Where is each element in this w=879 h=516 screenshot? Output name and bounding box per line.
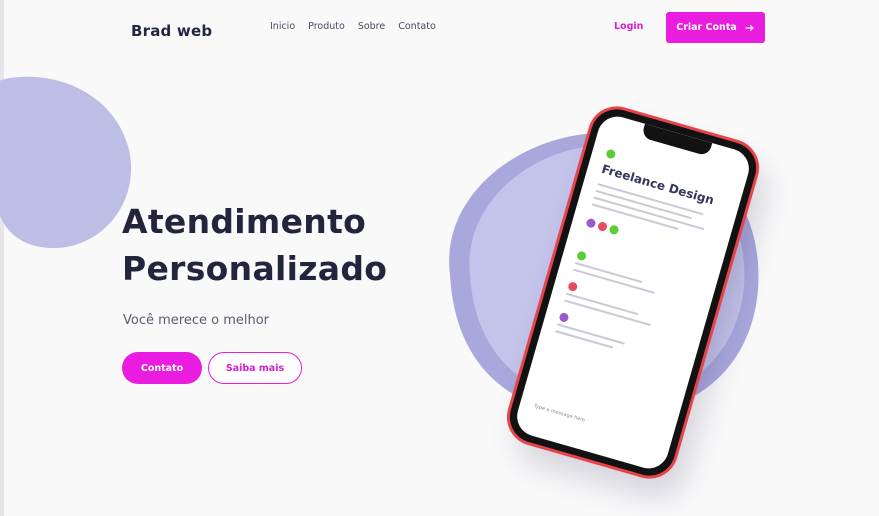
hero-headline: Atendimento Personalizado bbox=[122, 198, 387, 292]
learn-more-button[interactable]: Saiba mais bbox=[208, 352, 302, 384]
decorative-blob-left bbox=[0, 76, 132, 249]
text-line bbox=[593, 196, 705, 231]
create-account-label: Criar Conta bbox=[676, 22, 737, 33]
avatar-icon bbox=[576, 250, 588, 262]
nav-item-inicio[interactable]: Inicio bbox=[270, 21, 295, 32]
arrow-right-icon bbox=[745, 24, 754, 31]
message-input-placeholder: Type a message here bbox=[533, 403, 586, 424]
headline-line-2: Personalizado bbox=[122, 249, 388, 288]
nav-item-sobre[interactable]: Sobre bbox=[358, 21, 385, 32]
nav-item-produto[interactable]: Produto bbox=[308, 21, 345, 32]
brand-logo[interactable]: Brad web bbox=[131, 22, 212, 40]
avatar-icon bbox=[558, 311, 570, 323]
create-account-button[interactable]: Criar Conta bbox=[666, 12, 765, 43]
headline-line-1: Atendimento bbox=[122, 202, 367, 241]
nav-item-contato[interactable]: Contato bbox=[398, 21, 436, 32]
avatar-icon bbox=[608, 224, 620, 236]
login-link[interactable]: Login bbox=[614, 21, 643, 32]
avatar-icon bbox=[567, 281, 579, 293]
avatar-icon bbox=[605, 148, 617, 160]
hero-subtitle: Você merece o melhor bbox=[123, 313, 270, 328]
avatar-icon bbox=[585, 217, 597, 229]
main-nav: Inicio Produto Sobre Contato bbox=[270, 21, 436, 32]
avatar-icon bbox=[596, 220, 609, 233]
contact-button[interactable]: Contato bbox=[122, 352, 202, 384]
